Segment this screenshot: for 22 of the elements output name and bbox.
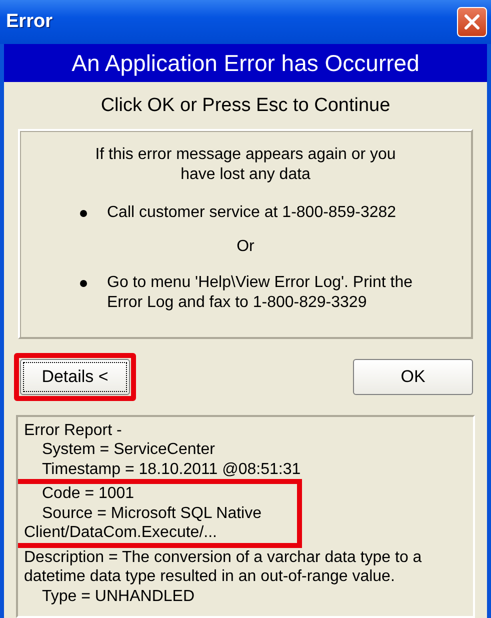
message-text: If this error message appears again or you have lost any data (94, 144, 397, 184)
bullet-text: Call customer service at 1-800-859-3282 (107, 202, 396, 222)
bullet-icon (80, 280, 87, 286)
bullet-icon (80, 210, 87, 216)
window-title: Error (6, 10, 52, 34)
report-line: Source = Microsoft SQL Native (41, 504, 262, 523)
error-banner: An Application Error has Occurred (4, 44, 487, 82)
report-line: System = ServiceCenter (41, 440, 216, 460)
report-line: Description = The conversion of a varchar data type to a (24, 548, 423, 567)
details-button[interactable]: Details < (20, 358, 130, 394)
close-button[interactable] (457, 7, 487, 37)
report-line: Error Report - (24, 420, 123, 440)
ok-button[interactable]: OK (353, 358, 473, 394)
report-line: Type = UNHANDLED (41, 586, 196, 606)
separator-text: Or (236, 236, 256, 256)
report-line: Code = 1001 (41, 484, 136, 504)
bullet-text: Go to menu 'Help\View Error Log'. Print the Error Log and fax to 1-800-829-3329 (107, 272, 414, 312)
instruction-text: Click OK or Press Esc to Continue (100, 94, 392, 118)
report-line: datetime data type resulted in an out-of-range value. (24, 567, 396, 586)
report-line: Timestamp = 18.10.2011 @08:51:31 (41, 460, 302, 479)
report-line: Client/DataCom.Execute/... (24, 523, 218, 542)
close-icon (463, 13, 481, 31)
